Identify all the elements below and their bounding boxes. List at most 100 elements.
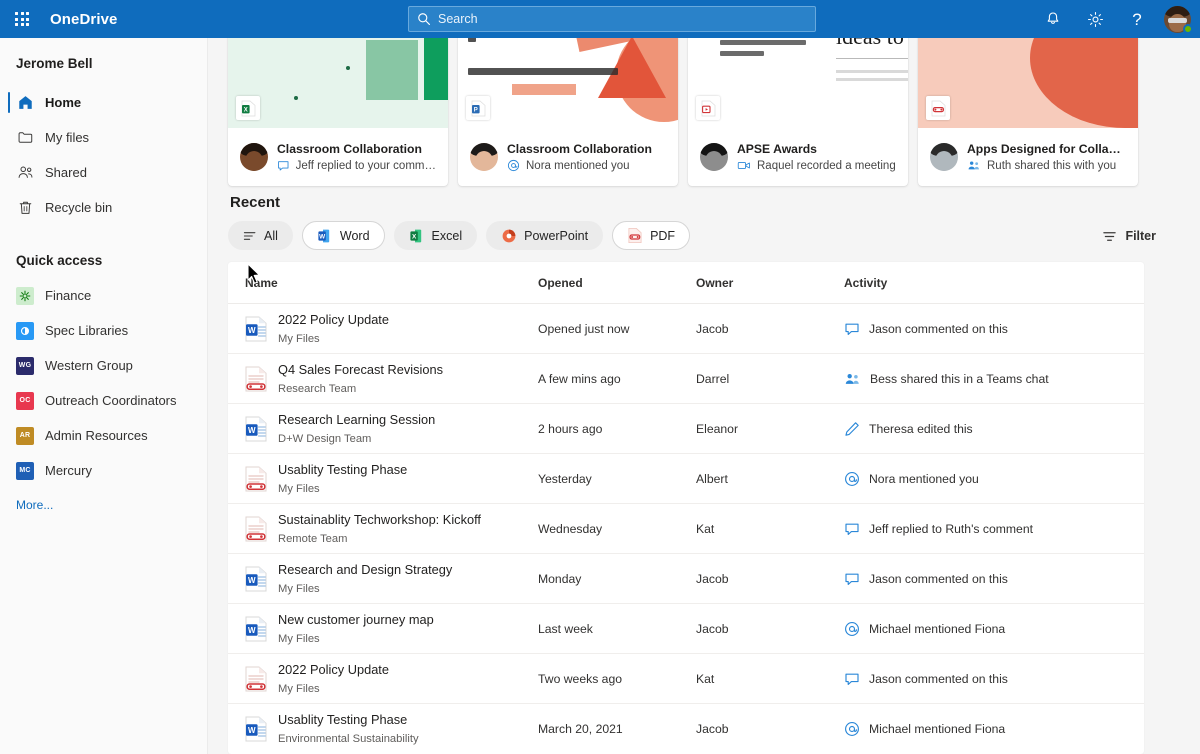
owner-cell: Darrel (696, 371, 730, 386)
bell-icon (1047, 12, 1059, 24)
activity-cell: Theresa edited this (844, 421, 1144, 437)
sidebar-item-western-group[interactable]: WG Western Group (0, 348, 207, 383)
sidebar-item-label: Mercury (45, 463, 92, 478)
brand-title[interactable]: OneDrive (50, 11, 118, 28)
file-name-cell[interactable]: W 2022 Policy Update My Files (228, 311, 538, 347)
sidebar-item-outreach-coordinators[interactable]: OC Outreach Coordinators (0, 383, 207, 418)
app-launcher-button[interactable] (0, 0, 44, 38)
help-button[interactable]: ? (1118, 0, 1156, 38)
column-header-owner[interactable]: Owner (696, 276, 844, 290)
chip-word[interactable]: W Word (301, 221, 385, 250)
sidebar-item-spec-libraries[interactable]: Spec Libraries (0, 313, 207, 348)
activity-cell: Nora mentioned you (844, 471, 1144, 487)
table-header-row: Name Opened Owner Activity (228, 262, 1144, 304)
column-header-activity[interactable]: Activity (844, 276, 1144, 290)
activity-text: Jason commented on this (869, 671, 1008, 686)
file-location: D+W Design Team (278, 432, 372, 445)
account-avatar-button[interactable] (1160, 0, 1194, 38)
activity-card[interactable]: Collaboration Apps Designed for Collab..… (918, 38, 1138, 186)
chip-pdf[interactable]: PDF (612, 221, 691, 250)
file-name-cell[interactable]: W Research Learning Session D+W Design Tea… (228, 411, 538, 447)
activity-card[interactable]: P Classroom Collaboration Nora mentioned… (458, 38, 678, 186)
table-body: W 2022 Policy Update My Files Opened just n… (228, 304, 1144, 754)
column-header-opened[interactable]: Opened (538, 276, 696, 290)
column-header-name[interactable]: Name (228, 276, 538, 290)
file-name: Research and Design Strategy (278, 561, 453, 577)
thumb-headline: ideas to life. (836, 38, 908, 50)
card-thumbnail: P (458, 38, 678, 128)
sidebar-item-home[interactable]: Home (0, 85, 207, 120)
table-row[interactable]: W 2022 Policy Update My Files Opened just n… (228, 304, 1144, 354)
card-activity: Raquel recorded a meeting (757, 159, 896, 172)
sidebar-item-my-files[interactable]: My files (0, 120, 207, 155)
pdf-file-icon (245, 466, 267, 491)
avatar (470, 143, 498, 171)
search-input-placeholder[interactable]: Search (438, 12, 478, 26)
avatar (930, 143, 958, 171)
sidebar-more-link[interactable]: More... (0, 488, 207, 512)
thumb-text-block (698, 38, 816, 62)
owner-cell: Jacob (696, 321, 729, 336)
card-title: Classroom Collaboration (507, 142, 652, 156)
file-type-icon: W (245, 316, 267, 342)
settings-button[interactable] (1076, 0, 1114, 38)
chip-excel[interactable]: X Excel (393, 221, 478, 250)
table-row[interactable]: W New customer journey map My Files Last we… (228, 604, 1144, 654)
table-row[interactable]: Q4 Sales Forecast Revisions Research Team… (228, 354, 1144, 404)
sidebar-item-shared[interactable]: Shared (0, 155, 207, 190)
sidebar-item-recycle-bin[interactable]: Recycle bin (0, 190, 207, 225)
file-name-cell[interactable]: W Usablity Testing Phase Environmental Sus… (228, 711, 538, 747)
card-title: Apps Designed for Collab... (967, 142, 1126, 156)
file-name-cell[interactable]: 2022 Policy Update My Files (228, 661, 538, 697)
sidebar-item-admin-resources[interactable]: AR Admin Resources (0, 418, 207, 453)
sidebar-item-label: Home (45, 95, 82, 110)
site-initials-badge: MC (16, 461, 34, 480)
chip-label: Word (339, 228, 370, 243)
card-activity: Ruth shared this with you (987, 159, 1117, 172)
file-name-cell[interactable]: Usablity Testing Phase My Files (228, 461, 538, 497)
activity-card[interactable]: ideas to life. APSE Awards (688, 38, 908, 186)
table-row[interactable]: W Research Learning Session D+W Design Tea… (228, 404, 1144, 454)
file-name: 2022 Policy Update (278, 311, 389, 327)
mention-icon (845, 471, 859, 486)
table-row[interactable]: W Research and Design Strategy My Files Mon… (228, 554, 1144, 604)
chip-label: All (264, 228, 278, 243)
recent-files-table: Name Opened Owner Activity W 2022 Policy … (228, 262, 1144, 754)
chip-all[interactable]: All (228, 221, 293, 250)
chip-powerpoint[interactable]: PowerPoint (486, 221, 604, 250)
file-location: Remote Team (278, 532, 348, 545)
sidebar-item-label: Recycle bin (45, 200, 113, 215)
table-row[interactable]: Usablity Testing Phase My Files Yesterday A… (228, 454, 1144, 504)
opened-cell: Two weeks ago (538, 671, 623, 686)
search-box[interactable]: Search (408, 6, 816, 32)
file-name-cell[interactable]: Sustainablity Techworkshop: Kickoff Remot… (228, 511, 538, 547)
card-footer: Apps Designed for Collab... Ruth shared … (918, 128, 1138, 186)
svg-text:W: W (248, 626, 256, 635)
activity-text: Theresa edited this (869, 421, 973, 436)
notifications-button[interactable] (1034, 0, 1072, 38)
owner-cell: Kat (696, 671, 715, 686)
excel-icon: X (236, 96, 260, 120)
word-icon: W (318, 229, 330, 242)
table-row[interactable]: 2022 Policy Update My Files Two weeks ago K… (228, 654, 1144, 704)
pdf-file-icon (245, 366, 267, 391)
gear-site-icon (16, 286, 34, 305)
file-name-cell[interactable]: W Research and Design Strategy My Files (228, 561, 538, 597)
svg-text:W: W (248, 326, 256, 335)
table-row[interactable]: W Usablity Testing Phase Environmental Sus… (228, 704, 1144, 754)
file-name-cell[interactable]: Q4 Sales Forecast Revisions Research Team (228, 361, 538, 397)
filter-button[interactable]: Filter (1096, 222, 1162, 250)
file-name-cell[interactable]: W New customer journey map My Files (228, 611, 538, 647)
file-type-icon (245, 366, 267, 392)
activity-card[interactable]: Classroom Collaboration X Classroom (228, 38, 448, 186)
card-title: Classroom Collaboration (277, 142, 422, 156)
table-row[interactable]: Sustainablity Techworkshop: Kickoff Remot… (228, 504, 1144, 554)
home-icon (16, 94, 34, 112)
sidebar-item-finance[interactable]: Finance (0, 278, 207, 313)
file-type-filter-chips: All W Word X Excel PowerPoint PDF (228, 221, 691, 250)
activity-text: Michael mentioned Fiona (869, 621, 1006, 636)
sidebar-item-mercury[interactable]: MC Mercury (0, 453, 207, 488)
gear-icon (1087, 11, 1103, 27)
thumb-text: Collaboration (926, 38, 1063, 42)
chip-label: Excel (431, 228, 463, 243)
